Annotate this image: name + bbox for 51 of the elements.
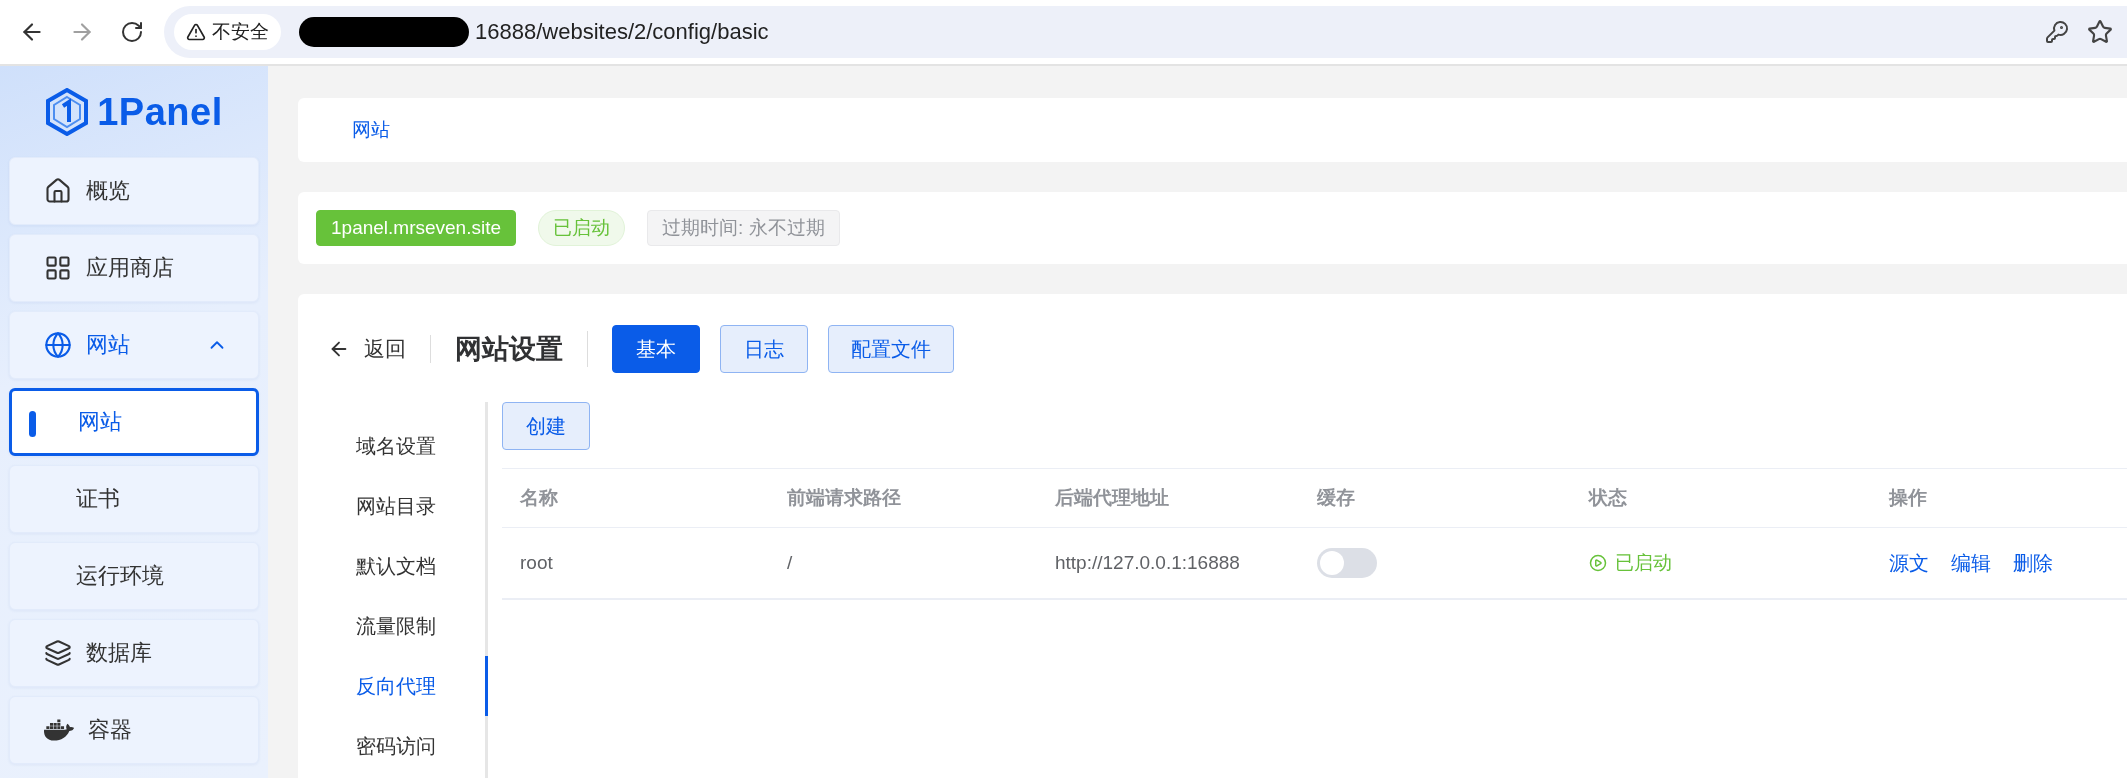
sidebar-subitem[interactable]: 运行环境	[9, 542, 259, 610]
column-header: 名称	[502, 468, 769, 528]
page-title: 网站设置	[431, 331, 588, 367]
layers-icon	[44, 639, 72, 667]
play-circle-icon	[1589, 554, 1607, 572]
tab-button[interactable]: 配置文件	[828, 325, 954, 373]
hexagon-logo-icon	[45, 88, 90, 136]
column-header: 前端请求路径	[769, 468, 1037, 528]
column-header: 操作	[1871, 468, 2127, 528]
settings-menu-item[interactable]: 密码访问	[356, 716, 488, 776]
back-link[interactable]: 返回	[328, 335, 431, 363]
settings-menu-item[interactable]: 域名设置	[356, 416, 488, 476]
warning-icon	[186, 22, 206, 42]
column-header: 后端代理地址	[1037, 468, 1299, 528]
logo-text: 1Panel	[97, 90, 223, 134]
url-text: 16888/websites/2/config/basic	[475, 19, 769, 45]
tab-button[interactable]: 基本	[612, 325, 700, 373]
sidebar-item[interactable]: 网站	[9, 311, 259, 379]
sidebar-item[interactable]: 数据库	[9, 619, 259, 687]
breadcrumb-link[interactable]: 网站	[352, 117, 390, 143]
address-bar[interactable]: 不安全 16888/websites/2/config/basic	[164, 6, 2127, 58]
table-cell: http://127.0.0.1:16888	[1055, 552, 1240, 574]
table-cell: /	[787, 552, 793, 574]
status-tag: 已启动	[538, 210, 626, 246]
sidebar-subitem[interactable]: 证书	[9, 465, 259, 533]
action-link[interactable]: 编辑	[1951, 549, 1991, 577]
settings-menu-item[interactable]: 反向代理	[356, 656, 488, 716]
key-icon[interactable]	[2045, 20, 2069, 44]
settings-menu-item[interactable]: 流量限制	[356, 596, 488, 656]
action-link[interactable]: 源文	[1889, 549, 1929, 577]
star-icon[interactable]	[2087, 19, 2113, 45]
settings-menu-item[interactable]: 网站目录	[356, 476, 488, 536]
home-icon	[44, 177, 72, 205]
sidebar-item[interactable]: 应用商店	[9, 234, 259, 302]
globe-icon	[44, 331, 72, 359]
expiry-tag: 过期时间: 永不过期	[647, 210, 840, 246]
tab-button[interactable]: 日志	[720, 325, 808, 373]
settings-menu-item[interactable]: 默认文档	[356, 536, 488, 596]
sidebar-item[interactable]: 容器	[9, 696, 259, 764]
sidebar-item[interactable]: 概览	[9, 157, 259, 225]
status-text: 已启动	[1589, 550, 1672, 576]
domain-tag: 1panel.mrseven.site	[316, 210, 517, 246]
table-cell: root	[520, 552, 553, 574]
action-link[interactable]: 删除	[2013, 549, 2053, 577]
column-header: 缓存	[1299, 468, 1571, 528]
grid-icon	[44, 254, 72, 282]
column-header: 状态	[1571, 468, 1871, 528]
cache-toggle[interactable]	[1317, 548, 1377, 578]
sidebar-subitem[interactable]: 网站	[9, 388, 259, 456]
security-chip[interactable]: 不安全	[174, 14, 281, 50]
create-button[interactable]: 创建	[502, 402, 590, 450]
